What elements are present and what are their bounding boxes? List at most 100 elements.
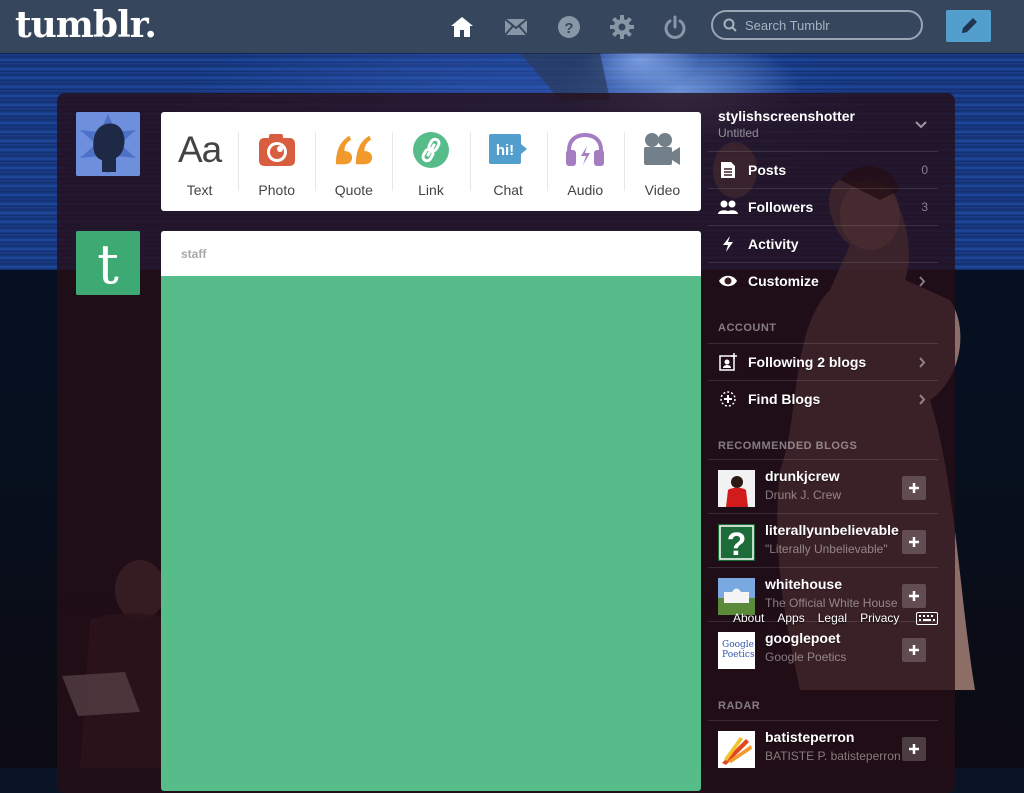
link-icon xyxy=(411,130,451,170)
post-audio-label: Audio xyxy=(567,182,604,198)
footer-link-legal[interactable]: Legal xyxy=(818,611,847,625)
sidebar-item-count: 3 xyxy=(921,200,928,214)
spinner-segment xyxy=(384,578,413,617)
posts-icon xyxy=(718,160,738,180)
follow-button[interactable] xyxy=(902,737,926,761)
staff-post: staff xyxy=(161,231,701,791)
user-avatar[interactable] xyxy=(76,112,140,176)
keyboard-icon[interactable] xyxy=(916,612,938,625)
recommended-blog[interactable]: ? literallyunbelievable "Literally Unbel… xyxy=(708,513,938,567)
tumblr-t-icon: t xyxy=(76,231,140,295)
radar-blog[interactable]: batisteperron BATISTE P. batisteperron xyxy=(708,720,938,774)
eye-icon xyxy=(718,271,738,291)
blog-name: batisteperron xyxy=(765,729,855,745)
svg-text:hi!: hi! xyxy=(496,142,514,159)
post-video-button[interactable]: Video xyxy=(623,112,701,211)
sidebar-item-find-blogs[interactable]: Find Blogs xyxy=(708,380,938,417)
quote-icon xyxy=(334,130,374,170)
recommended-blog[interactable]: drunkjcrew Drunk J. Crew xyxy=(708,459,938,513)
power-icon[interactable] xyxy=(662,14,688,40)
sidebar-item-count: 0 xyxy=(921,163,928,177)
blog-thumbnail xyxy=(718,470,755,507)
help-icon[interactable]: ? xyxy=(556,14,582,40)
sidebar-item-following[interactable]: Following 2 blogs xyxy=(708,343,938,380)
svg-text:?: ? xyxy=(727,526,747,561)
staff-avatar[interactable]: t xyxy=(76,231,140,295)
spinner-segment xyxy=(423,455,439,497)
compose-button[interactable] xyxy=(946,10,991,42)
plus-icon xyxy=(909,591,919,601)
svg-text:?: ? xyxy=(564,20,573,37)
blog-title: Untitled xyxy=(718,126,759,140)
footer-link-privacy[interactable]: Privacy xyxy=(860,611,899,625)
sidebar-item-activity[interactable]: Activity xyxy=(708,225,938,262)
follow-button[interactable] xyxy=(902,476,926,500)
post-quote-button[interactable]: Quote xyxy=(315,112,392,211)
plus-icon xyxy=(909,483,919,493)
blog-subtitle: Google Poetics xyxy=(765,650,847,664)
blog-name: stylishscreenshotter xyxy=(718,108,855,124)
spinner-segment xyxy=(355,559,394,588)
gear-icon[interactable] xyxy=(609,14,635,40)
spinner-segment xyxy=(423,585,439,627)
sidebar-item-label: Customize xyxy=(748,273,819,289)
plus-icon xyxy=(909,537,919,547)
post-link-button[interactable]: Link xyxy=(392,112,469,211)
footer-links: About Apps Legal Privacy xyxy=(733,611,899,625)
post-author[interactable]: staff xyxy=(181,247,206,261)
recommended-blog[interactable]: Google Poetics googlepoet Google Poetics xyxy=(708,621,938,675)
spinner-segment xyxy=(384,465,413,504)
blog-name: googlepoet xyxy=(765,630,841,646)
spinner-segment xyxy=(468,494,507,523)
post-header: staff xyxy=(161,231,701,276)
chevron-right-icon xyxy=(919,275,926,287)
blog-name: whitehouse xyxy=(765,576,843,592)
blog-thumbnail: ? xyxy=(718,524,755,561)
recommended-heading: RECOMMENDED BLOGS xyxy=(718,440,858,452)
plus-icon xyxy=(909,645,919,655)
post-photo-label: Photo xyxy=(258,182,295,198)
sidebar-item-customize[interactable]: Customize xyxy=(708,262,938,299)
post-audio-button[interactable]: Audio xyxy=(546,112,624,211)
account-heading: ACCOUNT xyxy=(718,322,777,334)
chevron-right-icon xyxy=(919,356,926,368)
search-icon xyxy=(723,18,737,32)
follow-button[interactable] xyxy=(902,530,926,554)
find-blogs-icon xyxy=(718,389,738,409)
home-icon[interactable] xyxy=(449,14,475,40)
blog-name: drunkjcrew xyxy=(765,468,840,484)
post-chat-label: Chat xyxy=(493,182,523,198)
following-icon xyxy=(718,352,738,372)
post-video-label: Video xyxy=(644,182,681,198)
footer-link-about[interactable]: About xyxy=(733,611,764,625)
sidebar-item-posts[interactable]: Posts 0 xyxy=(708,151,938,188)
chevron-down-icon[interactable] xyxy=(915,121,927,129)
post-chat-button[interactable]: hi! Chat xyxy=(469,112,547,211)
mail-icon[interactable] xyxy=(503,14,529,40)
spinner-segment xyxy=(475,533,517,549)
spinner-segment xyxy=(468,559,507,588)
tumblr-logo[interactable]: tumblr. xyxy=(15,4,157,46)
blog-subtitle: The Official White House xyxy=(765,596,898,610)
followers-icon xyxy=(718,197,738,217)
blog-thumbnail xyxy=(718,731,755,768)
sidebar-blog-header[interactable]: stylishscreenshotter Untitled xyxy=(718,108,855,140)
blog-name: literallyunbelievable xyxy=(765,522,899,538)
follow-button[interactable] xyxy=(902,638,926,662)
googlepoet-logo-text: Google Poetics xyxy=(722,640,755,660)
sidebar-item-label: Find Blogs xyxy=(748,391,821,407)
post-text-button[interactable]: Aa Text xyxy=(161,112,238,211)
blog-thumbnail xyxy=(718,578,755,615)
chat-icon: hi! xyxy=(488,130,528,170)
footer-link-apps[interactable]: Apps xyxy=(777,611,804,625)
sidebar-item-followers[interactable]: Followers 3 xyxy=(708,188,938,225)
search-input[interactable] xyxy=(743,16,917,34)
spinner-segment xyxy=(449,578,478,617)
user-silhouette-icon xyxy=(76,112,140,176)
spinner-segment xyxy=(345,533,387,549)
search-box[interactable] xyxy=(711,10,923,40)
follow-button[interactable] xyxy=(902,584,926,608)
post-photo-button[interactable]: Photo xyxy=(238,112,315,211)
svg-text:t: t xyxy=(97,233,119,295)
top-bar: tumblr. ? xyxy=(0,0,1024,53)
